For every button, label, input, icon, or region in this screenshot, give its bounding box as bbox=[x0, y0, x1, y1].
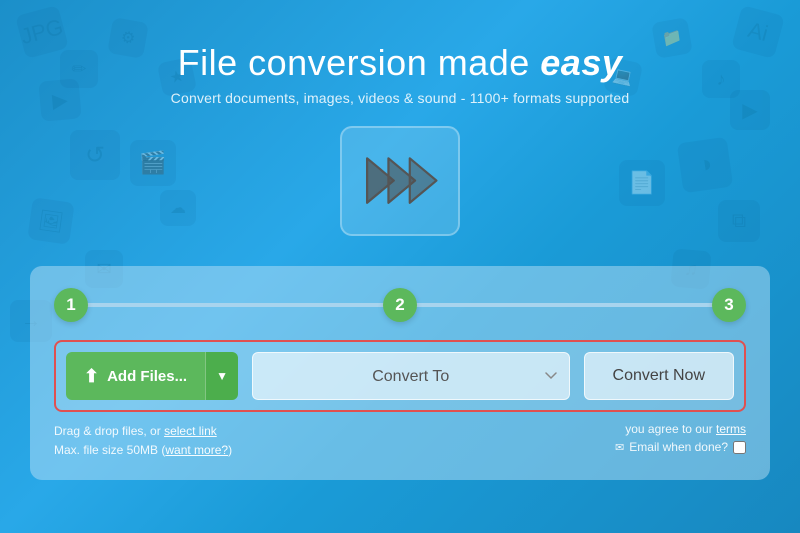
add-files-label: Add Files... bbox=[107, 368, 187, 385]
want-more-link[interactable]: want more? bbox=[165, 443, 228, 457]
max-size-end: ) bbox=[228, 443, 232, 457]
hero-title: File conversion made easy bbox=[0, 42, 800, 84]
drag-drop-hint: Drag & drop files, or select link bbox=[54, 422, 232, 441]
action-row: ⬆ Add Files... ▼ Convert To MP4 MP3 PDF … bbox=[54, 340, 746, 412]
hero-title-plain: File conversion made bbox=[178, 42, 541, 83]
convert-now-button[interactable]: Convert Now bbox=[584, 352, 734, 400]
hero-title-emphasis: easy bbox=[540, 42, 622, 83]
logo-wrapper bbox=[0, 126, 800, 236]
email-label: Email when done? bbox=[629, 440, 728, 454]
email-icon: ✉ bbox=[615, 441, 624, 454]
add-files-group: ⬆ Add Files... ▼ bbox=[66, 352, 238, 400]
hint-left: Drag & drop files, or select link Max. f… bbox=[54, 422, 232, 460]
add-files-button[interactable]: ⬆ Add Files... bbox=[66, 352, 205, 400]
email-checkbox-input[interactable] bbox=[733, 441, 746, 454]
hero-subtitle: Convert documents, images, videos & soun… bbox=[0, 90, 800, 106]
drag-drop-text: Drag & drop files, or bbox=[54, 424, 161, 438]
terms-link[interactable]: terms bbox=[716, 422, 746, 436]
step-line-2 bbox=[415, 303, 714, 307]
terms-prefix: you agree to our bbox=[625, 422, 712, 436]
convert-now-label: Convert Now bbox=[613, 367, 705, 384]
logo-svg bbox=[360, 146, 440, 216]
steps-row: 1 2 3 bbox=[54, 288, 746, 322]
main-panel: 1 2 3 ⬆ Add Files... ▼ Convert To MP4 bbox=[30, 266, 770, 480]
step-2-circle: 2 bbox=[383, 288, 417, 322]
terms-hint: you agree to our terms bbox=[625, 422, 746, 436]
logo-box bbox=[340, 126, 460, 236]
step-3-circle: 3 bbox=[712, 288, 746, 322]
convert-to-select[interactable]: Convert To MP4 MP3 PDF JPG PNG DOC bbox=[252, 352, 570, 400]
hint-right: you agree to our terms ✉ Email when done… bbox=[615, 422, 746, 460]
convert-to-wrapper: Convert To MP4 MP3 PDF JPG PNG DOC bbox=[252, 352, 570, 400]
select-link[interactable]: select link bbox=[164, 424, 217, 438]
max-size-hint: Max. file size 50MB (want more?) bbox=[54, 441, 232, 460]
hero-section: File conversion made easy Convert docume… bbox=[0, 0, 800, 236]
add-files-icon: ⬆ bbox=[84, 366, 99, 387]
step-1-circle: 1 bbox=[54, 288, 88, 322]
hints-row: Drag & drop files, or select link Max. f… bbox=[54, 422, 746, 460]
email-when-done: ✉ Email when done? bbox=[615, 440, 746, 454]
add-files-dropdown-button[interactable]: ▼ bbox=[205, 352, 238, 400]
add-files-arrow-icon: ▼ bbox=[216, 369, 228, 383]
step-line-1 bbox=[86, 303, 385, 307]
max-size-text: Max. file size 50MB ( bbox=[54, 443, 165, 457]
